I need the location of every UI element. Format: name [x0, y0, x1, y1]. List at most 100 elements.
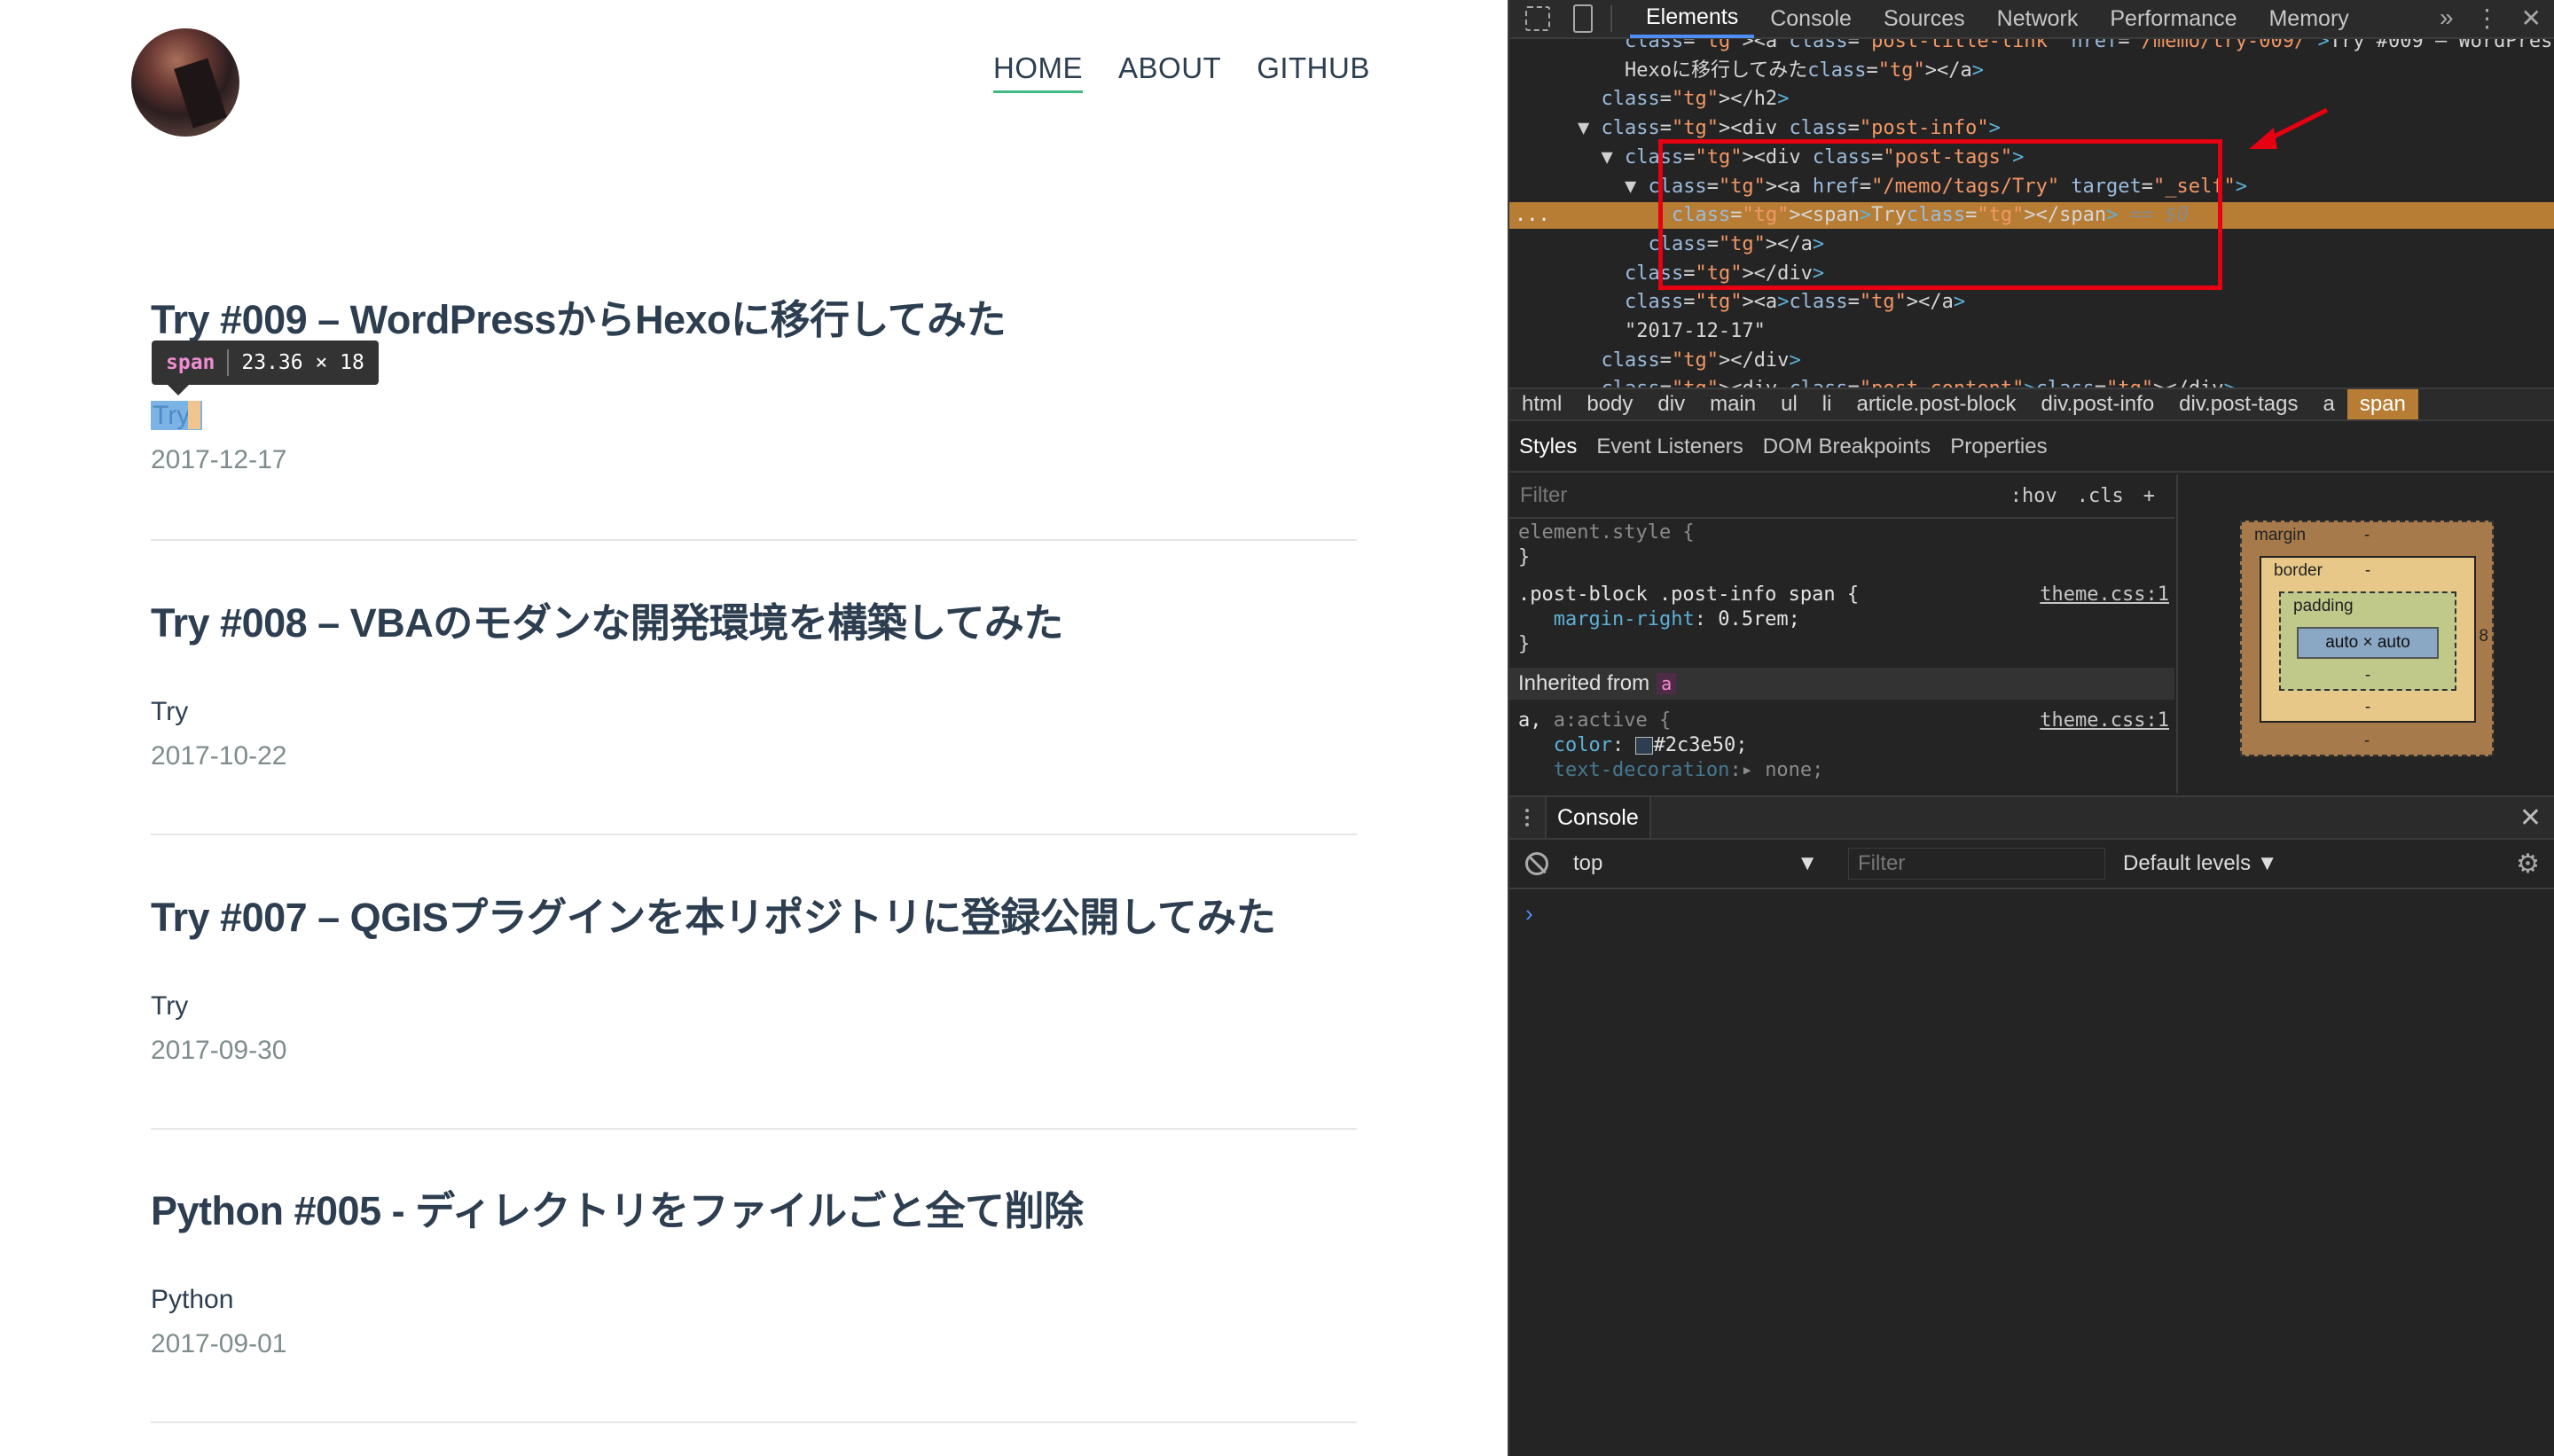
dom-node[interactable]: Hexoに移行してみたclass="tg"></a>	[1509, 58, 2554, 84]
breadcrumb-item[interactable]: ul	[1768, 389, 1810, 419]
rule-source-link[interactable]: theme.css:1	[2040, 708, 2169, 733]
inherited-tag[interactable]: a	[1657, 673, 1677, 694]
post-date: 2017-09-01	[151, 1329, 287, 1358]
rule-selector-inactive[interactable]: a:active {	[1554, 709, 1671, 732]
dom-node[interactable]: class="tg"><a>class="tg"></a>	[1509, 289, 2554, 316]
breadcrumb-item[interactable]: a	[2310, 389, 2346, 419]
border-bottom-value[interactable]: -	[2365, 698, 2370, 717]
breadcrumb-item[interactable]: div.post-info	[2029, 389, 2167, 419]
rule-selector[interactable]: .post-block .post-info span {	[1518, 583, 1859, 606]
tab-elements[interactable]: Elements	[1630, 0, 1755, 38]
margin-bottom-value[interactable]: -	[2364, 732, 2370, 751]
dom-node[interactable]: class="tg"><div class="post-content">cla…	[1509, 376, 2554, 387]
dom-node[interactable]: "2017-12-17"	[1509, 318, 2554, 345]
subtab-properties[interactable]: Properties	[1940, 434, 2057, 459]
rule-property[interactable]: text-decoration	[1554, 759, 1730, 781]
color-swatch[interactable]	[1635, 737, 1654, 755]
breadcrumb-item[interactable]: div	[1645, 389, 1697, 419]
kebab-menu-icon[interactable]: ⋮	[2475, 4, 2500, 33]
context-selector[interactable]: top ▼	[1573, 851, 1830, 876]
element-style-selector[interactable]: element.style {	[1518, 521, 1695, 544]
rule-selector[interactable]: a,	[1518, 709, 1542, 732]
breadcrumb-item[interactable]: body	[1574, 389, 1645, 419]
breadcrumb-item[interactable]: article.post-block	[1844, 389, 2028, 419]
tab-network[interactable]: Network	[1981, 0, 2095, 38]
breadcrumb-item[interactable]: span	[2346, 389, 2418, 419]
post-tag[interactable]: Try	[151, 401, 203, 431]
margin-right-value[interactable]: 8	[2479, 627, 2488, 646]
subtab-event-listeners[interactable]: Event Listeners	[1586, 434, 1752, 459]
post-date: 2017-10-22	[151, 741, 287, 771]
box-model-margin[interactable]: margin - 8 - border - - padding - auto ×…	[2240, 521, 2494, 756]
inspect-element-icon[interactable]	[1525, 6, 1550, 31]
breadcrumb-item[interactable]: main	[1697, 389, 1768, 419]
tab-sources[interactable]: Sources	[1868, 0, 1981, 38]
box-model-content[interactable]: auto × auto	[2297, 627, 2439, 659]
rule-value[interactable]: none;	[1765, 759, 1823, 781]
avatar[interactable]	[131, 28, 239, 137]
new-rule-icon[interactable]: +	[2143, 485, 2155, 507]
padding-label: padding	[2293, 597, 2354, 615]
toolbar-divider	[1610, 5, 1612, 32]
rule-close-brace: }	[1518, 546, 1531, 568]
clear-console-icon[interactable]	[1525, 852, 1548, 875]
annotation-arrow-icon	[2249, 107, 2329, 149]
styles-filter-input[interactable]: Filter	[1520, 483, 2010, 508]
dom-node[interactable]: class="tg"></h2>	[1509, 86, 2554, 113]
cls-toggle[interactable]: .cls	[2077, 485, 2124, 507]
breadcrumb-item[interactable]: html	[1509, 389, 1574, 419]
dom-node[interactable]: class="tg"><a class="post-title-link" hr…	[1509, 39, 2554, 55]
drawer-tab-console[interactable]: Console	[1545, 797, 1651, 838]
log-levels-dropdown[interactable]: Default levels ▼	[2123, 851, 2278, 876]
tab-console[interactable]: Console	[1754, 0, 1868, 38]
dom-node[interactable]: ▼ class="tg"><div class="post-info">	[1509, 115, 2554, 142]
breadcrumb-item[interactable]: li	[1810, 389, 1845, 419]
post-tag[interactable]: Try	[151, 697, 188, 727]
rule-property[interactable]: color	[1554, 734, 1612, 756]
post-title[interactable]: Try #007 – QGISプラグインを本リポジトリに登録公開してみた	[151, 897, 1357, 937]
gear-icon[interactable]: ⚙	[2516, 849, 2540, 880]
post-title[interactable]: Try #009 – WordPressからHexoに移行してみた	[151, 300, 1357, 340]
close-devtools-icon[interactable]: ✕	[2521, 4, 2542, 33]
console-prompt-icon[interactable]: ›	[1525, 900, 1533, 928]
console-toolbar: top ▼ Filter Default levels ▼ ⚙	[1509, 840, 2554, 889]
nav-about[interactable]: ABOUT	[1118, 51, 1221, 93]
rule-value[interactable]: #2c3e50;	[1653, 734, 1747, 756]
padding-bottom-value[interactable]: -	[2365, 666, 2370, 685]
styles-filter-bar: Filter :hov .cls +	[1509, 474, 2174, 519]
box-model-border[interactable]: border - - padding - auto × auto	[2260, 556, 2476, 723]
post-item: Python #005 - ディレクトリをファイルごと全て削除 Python 2…	[151, 1191, 1357, 1423]
nav-github[interactable]: GITHUB	[1257, 51, 1370, 93]
close-drawer-icon[interactable]: ✕	[2519, 802, 2542, 834]
rule-source-link[interactable]: theme.css:1	[2040, 583, 2169, 607]
rule-value[interactable]: 0.5rem;	[1718, 608, 1800, 630]
nav-home[interactable]: HOME	[993, 51, 1083, 93]
tooltip-tag: span	[166, 351, 215, 374]
post-date: 2017-09-30	[151, 1036, 287, 1065]
subtab-styles[interactable]: Styles	[1509, 434, 1586, 459]
post-title[interactable]: Python #005 - ディレクトリをファイルごと全て削除	[151, 1191, 1357, 1231]
dom-node[interactable]: class="tg"></div>	[1509, 348, 2554, 374]
border-top-value[interactable]: -	[2365, 561, 2370, 581]
rule-property[interactable]: margin-right	[1554, 608, 1695, 630]
subtab-dom-breakpoints[interactable]: DOM Breakpoints	[1753, 434, 1940, 459]
post-tag[interactable]: Python	[151, 1285, 233, 1315]
box-model-padding[interactable]: padding - auto × auto	[2279, 591, 2456, 691]
tab-memory[interactable]: Memory	[2252, 0, 2364, 38]
post-title[interactable]: Try #008 – VBAのモダンな開発環境を構築してみた	[151, 603, 1357, 643]
annotation-box	[1658, 139, 2222, 290]
context-value: top	[1573, 851, 1603, 875]
rule-close-brace: }	[1518, 633, 1531, 655]
console-filter-input[interactable]: Filter	[1848, 848, 2105, 880]
tab-performance[interactable]: Performance	[2094, 0, 2252, 38]
margin-top-value[interactable]: -	[2364, 526, 2370, 545]
more-tabs-icon[interactable]: »	[2440, 4, 2454, 33]
post-item: Try #008 – VBAのモダンな開発環境を構築してみた Try 2017-…	[151, 603, 1357, 835]
post-tag-label[interactable]: Try	[151, 401, 203, 430]
breadcrumb-item[interactable]: div.post-tags	[2166, 389, 2310, 419]
post-tag[interactable]: Try	[151, 991, 188, 1022]
drawer-menu-icon[interactable]	[1525, 809, 1529, 826]
device-toolbar-icon[interactable]	[1573, 4, 1593, 33]
console-drawer-header: Console ✕	[1509, 795, 2554, 840]
hov-toggle[interactable]: :hov	[2010, 485, 2057, 507]
